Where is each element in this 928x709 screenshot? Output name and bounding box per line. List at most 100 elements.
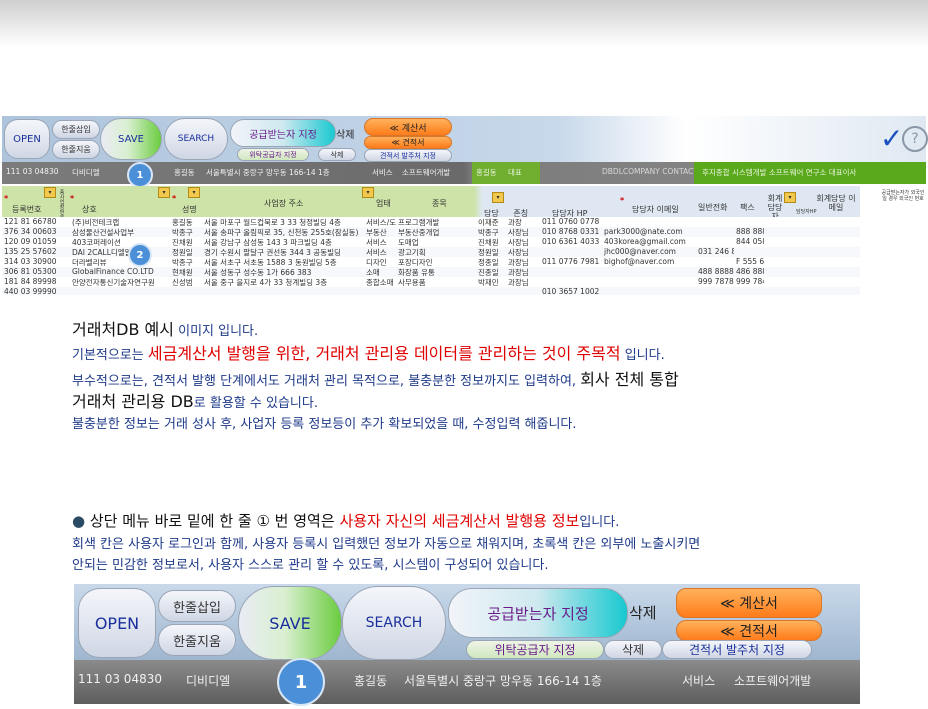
table-row[interactable]: 181 84 89998 안양전자통신기술자연구원 신성범 서울 중구 을지로 4가 … [2,277,860,287]
delete-row-button[interactable]: 한줄지움 [52,140,100,159]
trustee-button[interactable]: 위탁공급자 지정 [237,148,309,161]
delete-recipient-button-large[interactable]: 삭제 [629,602,657,623]
text-line-7: 회색 칸은 사용자 로그인과 함께, 사용자 등록시 입력했던 정보가 자동으로… [72,537,701,552]
rep-name-large: 홍길동 [354,674,388,688]
estimate-dest-button[interactable]: 견적서 발주처 지정 [364,149,452,162]
table-cell[interactable]: 031 246 8158 [698,247,734,256]
text-line-6: ● 상단 메뉴 바로 밑에 한 줄 ① 번 영역은 사용자 자신의 세금계산서 … [72,510,619,531]
insert-row-button[interactable]: 한줄삽입 [52,120,100,139]
table-cell[interactable]: 120 09 01059 [4,237,70,246]
header-manager-email: 담당자 이메일 [632,205,679,214]
recipient-button-large[interactable]: 공급받는자 지정 [448,588,628,638]
required-star-email: * [620,196,625,205]
area-1-badge-large: 1 [277,658,325,706]
delete-row-button-large[interactable]: 한줄지움 [158,624,236,656]
table-cell[interactable]: 010 6361 4033 [542,237,602,246]
bullet-icon: ● [72,512,86,530]
text-line-3: 부수적으로는, 견적서 발행 단계에서도 거래처 관리 목적으로, 불충분한 정… [72,366,679,390]
sort-button-rep[interactable]: ▾ [188,187,200,198]
biz-item: 소프트웨어개발 [402,168,451,177]
table-cell[interactable]: 121 81 66780 [4,217,70,226]
table-cell[interactable]: 010 3657 1002 [542,287,602,295]
search-button-large[interactable]: SEARCH [342,586,446,660]
delete-recipient-button[interactable]: 삭제 [336,126,354,141]
text-4b: 로 활용할 수 있습니다. [193,396,318,411]
header-reg-no: 등록번호 [12,205,42,214]
contact-text: DBDLCOMPANY CONTACT [602,167,698,176]
table-cell[interactable]: 135 25 57602 [4,247,70,256]
save-button-large[interactable]: SAVE [238,586,342,660]
table-cell[interactable]: jhc000@naver.com [604,247,696,256]
insert-row-button-large[interactable]: 한줄삽입 [158,590,236,622]
table-cell[interactable]: 011 0776 7981 [542,257,602,266]
header-acc-hp: 담당자HP [796,209,817,215]
header-acc-email: 회계담당 이메일 [816,194,856,212]
sort-button-manager[interactable]: ▾ [492,192,504,203]
address-large: 서울특별시 중랑구 망우동 166-14 1층 [404,674,602,688]
table-row[interactable]: 306 81 05300 GlobalFinance CO.LTD 현채원 서울 성동… [2,267,860,277]
text-line-1: 거래처DB 예시 이미지 입니다. [72,316,258,340]
table-cell[interactable]: 376 34 00603 [4,227,70,236]
text-3a: 부수적으로는, 견적서 발행 단계에서도 거래처 관리 목적으로, 불충분한 정… [72,374,581,389]
text-6c: 입니다. [579,515,620,530]
table-cell[interactable]: 999 7878 [698,277,734,286]
table-cell[interactable]: 440 03 99990 [4,287,70,295]
required-star-regno: * [4,194,9,203]
table-cell[interactable]: park3000@nate.com [604,227,696,236]
invoice-button-large[interactable]: ≪ 계산서 [676,588,822,618]
open-button[interactable]: OPEN [4,119,50,159]
area-1-badge: 1 [127,162,153,188]
header-address: 사업장 주소 [264,199,304,208]
trustee-delete-button[interactable]: 삭제 [318,148,356,161]
header-fax: 팩스 [740,203,755,212]
rep-name: 홍길동 [174,168,195,177]
estimate-dest-button-large[interactable]: 견적서 발주처 지정 [662,640,812,659]
text-line-5: 불충분한 정보는 거래 성사 후, 사업자 등록 정보등이 추가 확보되었을 때… [72,417,577,432]
table-row[interactable]: 376 34 00603 삼성물산건설사업부 박종구 서울 송파구 올림픽로 35, … [2,227,860,237]
search-button[interactable]: SEARCH [164,118,228,160]
text-1b: 이미지 입니다. [173,324,259,339]
large-toolbar: OPEN 한줄삽입 한줄지움 SAVE SEARCH 공급받는자 지정 삭제 위… [74,584,860,660]
text-line-2: 기본적으로는 세금계산서 발행을 위한, 거래처 관리용 데이터를 관리하는 것… [72,340,665,364]
sort-button-company[interactable]: ▾ [158,187,170,198]
open-button-large[interactable]: OPEN [78,588,156,658]
estimate-button-large[interactable]: ≪ 견적서 [676,620,822,641]
check-icon: ✓ [880,122,904,155]
table-row[interactable]: 121 81 66780 (주)비전테크랩 홍길동 서울 마포구 월드컵북로 3 33… [2,217,860,227]
text-2a: 기본적으로는 [72,348,148,363]
save-button[interactable]: SAVE [100,118,162,160]
sort-button-type[interactable]: ▾ [362,187,374,198]
header-phone: 일반전화 [698,203,728,212]
estimate-button[interactable]: ≪ 견적서 [364,136,452,149]
sort-button-acc[interactable]: ▾ [784,192,796,203]
recipient-button[interactable]: 공급받는자 지정 [230,119,336,147]
text-2c: 입니다. [620,348,665,363]
table-cell[interactable]: GlobalFinance CO.LTD [72,267,170,276]
table-cell[interactable]: 314 03 30900 [4,257,70,266]
trustee-button-large[interactable]: 위탁공급자 지정 [466,640,604,659]
header-rep: 성명 [182,205,197,214]
table-cell[interactable]: 844 0588 [736,237,764,246]
table-cell[interactable]: 403korea@gmail.com [604,237,696,246]
table-cell[interactable]: 010 8768 0331 [542,227,602,236]
required-star-rep: * [172,194,177,203]
company-name: 디비디엘 [72,168,100,177]
reg-no: 111 03 04830 [6,167,59,176]
table-cell[interactable]: 011 0760 0778 [542,217,602,226]
table-cell[interactable]: bighof@naver.com [604,257,696,266]
large-user-info-bar: 111 03 04830 디비디엘 홍길동 서울특별시 중랑구 망우동 166-… [74,660,860,704]
help-icon[interactable]: ? [902,126,928,152]
table-cell[interactable]: 486 8888 [736,267,764,276]
invoice-button[interactable]: ≪ 계산서 [364,118,452,136]
text-4a: 거래처 관리용 DB [72,392,194,411]
trustee-delete-button-large[interactable]: 삭제 [604,640,662,659]
text-line-8: 안되는 민감한 정보로서, 사용자 스스로 관리 할 수 있도록, 시스템이 구… [72,558,549,573]
table-row[interactable]: 440 03 99990 010 3657 1002 [2,287,860,295]
sort-button-regno[interactable]: ▾ [44,187,56,198]
table-cell[interactable]: 888 888 8888 [736,227,764,236]
table-cell[interactable]: 181 84 89998 [4,277,70,286]
table-cell[interactable]: 306 81 05300 [4,267,70,276]
table-cell[interactable]: 488 8888 [698,267,734,276]
table-cell[interactable]: F 555 6718 [736,257,764,266]
table-cell[interactable]: 999 7844 [736,277,764,286]
